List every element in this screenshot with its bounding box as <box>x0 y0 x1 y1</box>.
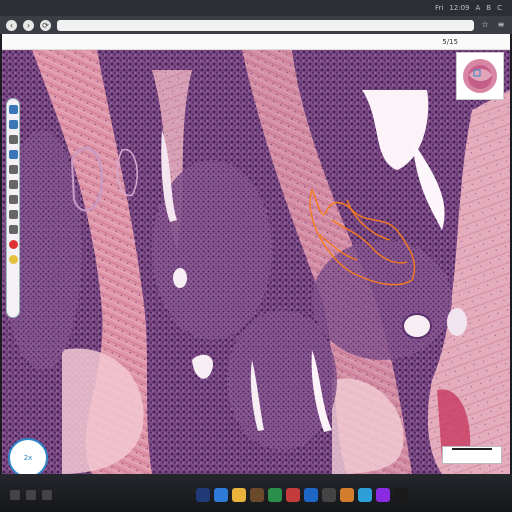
os-item-day: Fri <box>434 4 444 12</box>
taskbar-icon-1[interactable] <box>10 490 20 500</box>
dock-app-icon[interactable] <box>268 488 282 502</box>
pointer-tool-button[interactable] <box>8 105 18 114</box>
ruler-tool-button[interactable] <box>8 135 18 144</box>
slide-viewer: 5/15 2x <box>2 34 510 474</box>
dock-app-icon[interactable] <box>250 488 264 502</box>
browser-toolbar: ‹ › ⟳ ☆ ≡ <box>0 16 512 34</box>
square-tool-button[interactable] <box>8 165 18 174</box>
dock-app-icon[interactable] <box>214 488 228 502</box>
reload-button[interactable]: ⟳ <box>40 19 51 31</box>
dock-app-icon[interactable] <box>358 488 372 502</box>
app-dock <box>196 488 408 508</box>
os-menu-bar: Fri 12:09 A B C <box>0 0 512 16</box>
tissue-slide-image[interactable] <box>2 50 510 474</box>
dock-app-icon[interactable] <box>304 488 318 502</box>
bookmark-icon[interactable]: ☆ <box>480 20 490 30</box>
dock-app-icon[interactable] <box>232 488 246 502</box>
dock-app-icon[interactable] <box>322 488 336 502</box>
back-button[interactable]: ‹ <box>6 19 17 31</box>
scale-bar <box>442 446 502 464</box>
dock-app-icon[interactable] <box>196 488 210 502</box>
scale-bar-line <box>452 448 492 450</box>
pen-tool-button[interactable] <box>8 120 18 129</box>
pan-tool-button[interactable] <box>8 210 18 219</box>
dock-app-icon[interactable] <box>286 488 300 502</box>
red-color-button[interactable] <box>8 240 18 249</box>
viewer-page-indicator: 5/15 <box>442 37 458 46</box>
circle-tool-button[interactable] <box>8 150 18 159</box>
taskbar-left-icons <box>10 490 52 500</box>
text-tool-button[interactable] <box>8 180 18 189</box>
magnification-badge[interactable]: 2x <box>8 438 48 474</box>
menu-icon[interactable]: ≡ <box>496 20 506 30</box>
dock-app-icon[interactable] <box>340 488 354 502</box>
os-item-c[interactable]: C <box>497 4 502 12</box>
overview-thumbnail[interactable] <box>456 52 504 100</box>
os-item-a[interactable]: A <box>476 4 481 12</box>
os-item-b[interactable]: B <box>486 4 491 12</box>
taskbar-icon-2[interactable] <box>26 490 36 500</box>
forward-button[interactable]: › <box>23 19 34 31</box>
address-bar[interactable] <box>57 19 474 31</box>
os-item-time: 12:09 <box>449 4 470 12</box>
annotation-toolbar <box>6 98 20 318</box>
dock-app-icon[interactable] <box>376 488 390 502</box>
zoom-tool-button[interactable] <box>8 225 18 234</box>
viewer-header: 5/15 <box>2 34 510 50</box>
dock-app-icon[interactable] <box>394 488 408 502</box>
taskbar-icon-3[interactable] <box>42 490 52 500</box>
yellow-color-button[interactable] <box>8 255 18 264</box>
arrow-tool-button[interactable] <box>8 195 18 204</box>
